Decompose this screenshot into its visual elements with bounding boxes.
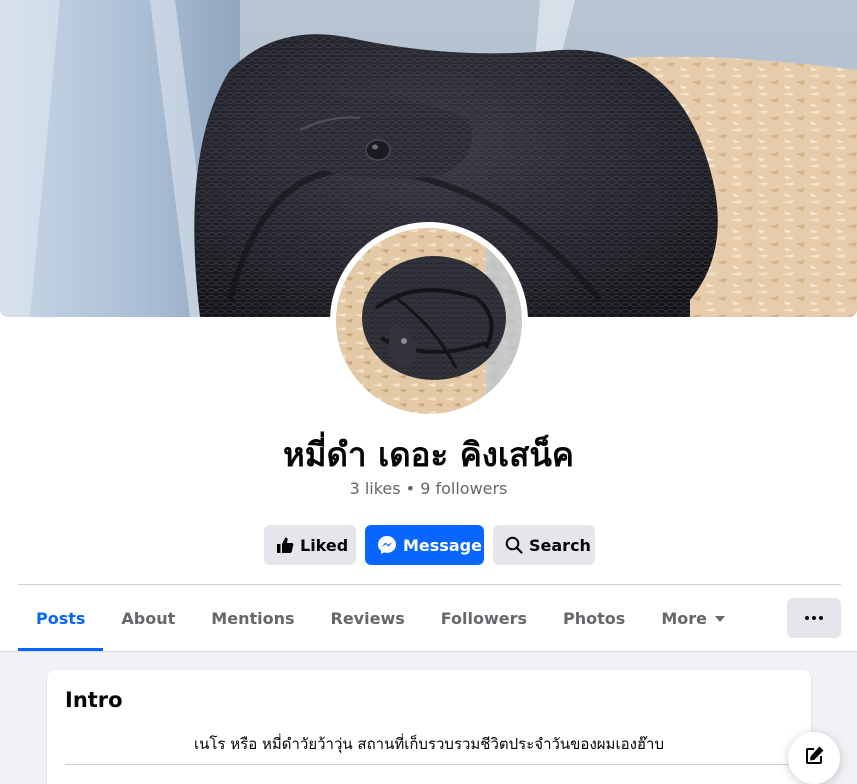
tab-posts[interactable]: Posts [18, 585, 104, 651]
tab-photos[interactable]: Photos [545, 585, 643, 651]
intro-separator [65, 764, 793, 765]
tab-label: More [661, 608, 707, 628]
profile-page: หมี่ดำ เดอะ คิงเสน็ค 3 likes • 9 followe… [0, 0, 857, 784]
profile-actions: Liked Message Search [264, 525, 595, 565]
messenger-icon [377, 535, 397, 555]
ellipsis-icon [812, 616, 816, 620]
message-button[interactable]: Message [365, 525, 484, 565]
liked-label: Liked [300, 535, 349, 555]
search-icon [505, 535, 523, 555]
search-button[interactable]: Search [493, 525, 595, 565]
tab-about[interactable]: About [103, 585, 193, 651]
header-bottom-border [0, 651, 857, 652]
tab-mentions[interactable]: Mentions [193, 585, 312, 651]
tab-label: About [121, 608, 176, 628]
profile-tabs: Posts About Mentions Reviews Followers P… [18, 585, 743, 651]
profile-stats[interactable]: 3 likes • 9 followers [0, 479, 857, 498]
tab-more[interactable]: More [643, 585, 743, 651]
intro-title: Intro [65, 688, 123, 712]
thumbs-up-icon [276, 535, 294, 555]
more-options-button[interactable] [787, 598, 841, 638]
tab-followers[interactable]: Followers [423, 585, 545, 651]
ellipsis-icon [819, 616, 823, 620]
search-label: Search [529, 535, 591, 555]
compose-button[interactable] [788, 732, 840, 784]
tab-label: Followers [440, 608, 528, 628]
intro-card: Intro เนโร หรือ หมี่ดำวัยว้าวุ่น สถานที่… [47, 670, 811, 784]
message-label: Message [403, 535, 482, 555]
tab-label: Mentions [211, 608, 295, 628]
caret-down-icon [714, 616, 725, 622]
tab-reviews[interactable]: Reviews [313, 585, 423, 651]
ellipsis-icon [805, 616, 809, 620]
profile-name: หมี่ดำ เดอะ คิงเสน็ค [283, 435, 574, 474]
liked-button[interactable]: Liked [264, 525, 356, 565]
tab-label: Photos [563, 608, 626, 628]
tab-label: Reviews [330, 608, 405, 628]
avatar[interactable] [336, 228, 522, 414]
tab-label: Posts [36, 608, 86, 628]
intro-bio: เนโร หรือ หมี่ดำวัยว้าวุ่น สถานที่เก็บรว… [193, 735, 665, 753]
compose-icon [802, 744, 826, 773]
profile-header: หมี่ดำ เดอะ คิงเสน็ค 3 likes • 9 followe… [0, 0, 857, 652]
